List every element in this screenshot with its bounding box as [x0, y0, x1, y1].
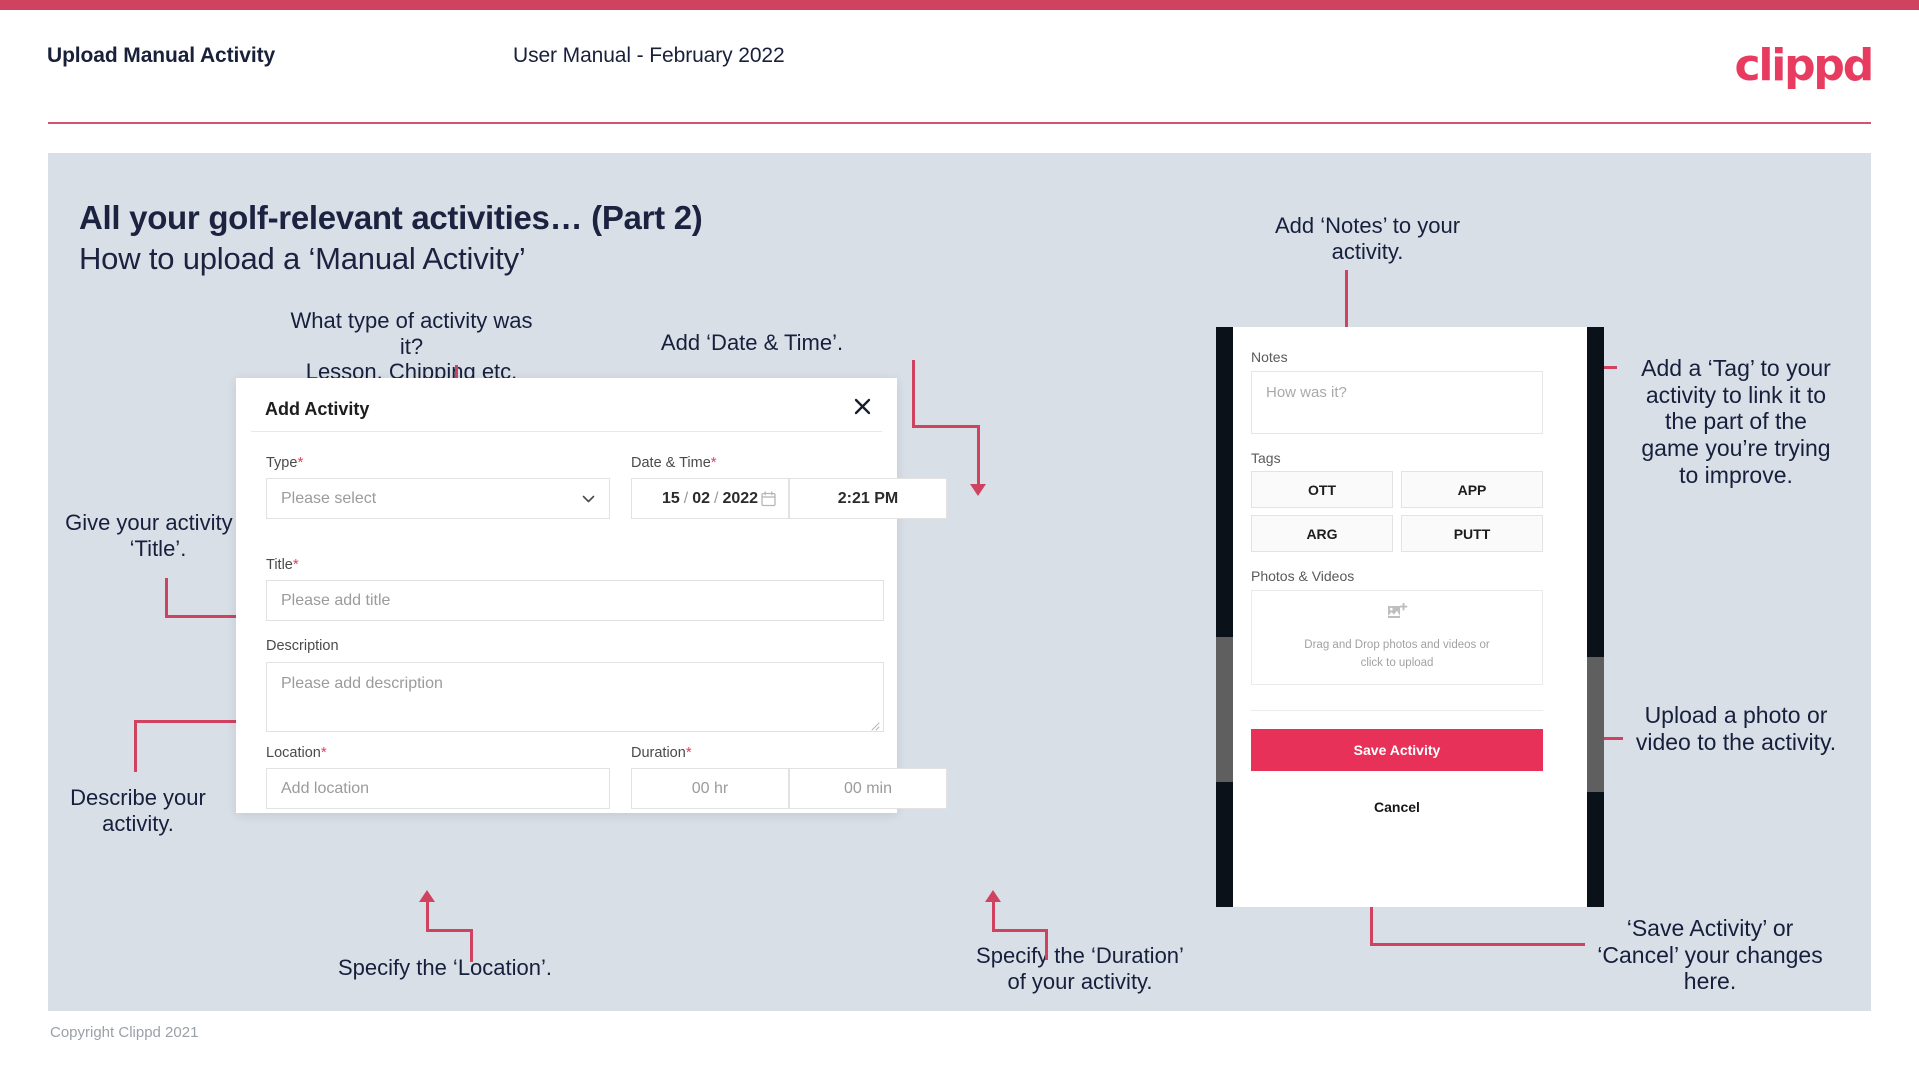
- connector-dt-arrow: [970, 484, 986, 496]
- resize-handle-icon[interactable]: [870, 718, 880, 731]
- date-day: 15: [661, 489, 680, 507]
- header-left-title: Upload Manual Activity: [47, 44, 276, 67]
- dropzone-text: Drag and Drop photos and videos or click…: [1304, 639, 1490, 669]
- connector-loc-v2: [470, 930, 473, 962]
- annotation-title: Give your activity a ‘Title’.: [65, 510, 251, 561]
- description-label-text: Description: [266, 638, 339, 654]
- chevron-down-icon: [582, 492, 595, 505]
- slide-page: Upload Manual Activity User Manual - Feb…: [0, 0, 1919, 1079]
- time-value: 2:21 PM: [837, 489, 899, 507]
- notes-label: Notes: [1251, 349, 1288, 365]
- photos-label: Photos & Videos: [1251, 568, 1355, 584]
- page-subtitle: How to upload a ‘Manual Activity’: [79, 241, 526, 276]
- dialog-title: Add Activity: [265, 399, 370, 419]
- location-input[interactable]: Add location: [266, 768, 610, 809]
- connector-desc-v: [134, 720, 137, 772]
- date-month: 02: [692, 489, 710, 507]
- tags-label: Tags: [1251, 450, 1281, 466]
- connector-loc-h: [426, 929, 473, 932]
- title-required: *: [292, 556, 299, 573]
- connector-title-v: [165, 578, 168, 618]
- type-label-text: Type: [266, 455, 298, 471]
- phone-volume-button-left: [1216, 637, 1233, 782]
- datetime-label-text: Date & Time: [631, 455, 711, 471]
- notes-input[interactable]: How was it?: [1251, 371, 1543, 434]
- location-required: *: [320, 744, 327, 761]
- annotation-type: What type of activity was it? Lesson, Ch…: [290, 308, 533, 385]
- annotation-description: Describe your activity.: [70, 785, 206, 836]
- connector-dt-h: [912, 425, 980, 428]
- title-label-text: Title: [266, 557, 293, 573]
- location-placeholder: Add location: [281, 779, 370, 797]
- description-textarea[interactable]: Please add description: [266, 662, 884, 732]
- duration-required: *: [685, 744, 692, 761]
- location-label: Location*: [266, 744, 327, 761]
- duration-hours-placeholder: 00 hr: [691, 779, 729, 797]
- duration-label-text: Duration: [631, 745, 686, 761]
- notes-placeholder: How was it?: [1266, 384, 1347, 401]
- page-title: All your golf-relevant activities… (Part…: [79, 199, 703, 236]
- connector-dt-v1: [912, 360, 915, 428]
- connector-dur-v1: [992, 900, 995, 930]
- close-icon[interactable]: [848, 392, 876, 420]
- save-activity-button[interactable]: Save Activity: [1251, 729, 1543, 771]
- type-select[interactable]: Please select: [266, 478, 610, 519]
- date-sep-2: /: [714, 489, 719, 507]
- phone-screen: Notes How was it? Tags OTT APP ARG PUTT …: [1233, 327, 1587, 907]
- top-accent-bar: [0, 0, 1919, 10]
- description-placeholder: Please add description: [281, 675, 443, 692]
- annotation-location: Specify the ‘Location’.: [337, 955, 553, 980]
- title-label: Title*: [266, 556, 299, 573]
- date-input[interactable]: 15 / 02 / 2022: [631, 478, 789, 519]
- connector-loc-arrow: [419, 890, 435, 902]
- datetime-label: Date & Time*: [631, 454, 717, 471]
- annotation-upload: Upload a photo or video to the activity.: [1635, 702, 1837, 755]
- connector-loc-v1: [426, 900, 429, 930]
- title-placeholder: Please add title: [281, 591, 391, 609]
- date-sep-1: /: [683, 489, 689, 507]
- tag-button-putt[interactable]: PUTT: [1401, 515, 1543, 552]
- description-label: Description: [266, 638, 339, 654]
- phone-divider: [1251, 710, 1543, 711]
- duration-minutes-placeholder: 00 min: [843, 779, 893, 797]
- add-activity-dialog: Add Activity Type* Please select Date & …: [236, 378, 947, 813]
- connector-dur-arrow: [985, 890, 1001, 902]
- phone-power-button-right: [1587, 657, 1604, 792]
- image-add-icon: [1387, 602, 1408, 627]
- duration-hours-input[interactable]: 00 hr: [631, 768, 789, 809]
- annotation-save: ‘Save Activity’ or ‘Cancel’ your changes…: [1597, 915, 1823, 995]
- type-label: Type*: [266, 454, 303, 471]
- footer-copyright: Copyright Clippd 2021: [50, 1024, 199, 1041]
- tag-button-ott[interactable]: OTT: [1251, 471, 1393, 508]
- connector-save-h: [1370, 943, 1585, 946]
- calendar-icon[interactable]: [761, 490, 776, 507]
- annotation-tags: Add a ‘Tag’ to your activity to link it …: [1641, 355, 1831, 488]
- date-year: 2022: [722, 489, 759, 507]
- duration-label: Duration*: [631, 744, 692, 761]
- tag-button-arg[interactable]: ARG: [1251, 515, 1393, 552]
- tag-button-app[interactable]: APP: [1401, 471, 1543, 508]
- clippd-logo: clippd: [1734, 40, 1874, 91]
- phone-frame-right: [1587, 327, 1604, 907]
- annotation-duration: Specify the ‘Duration’ of your activity.: [976, 943, 1184, 994]
- title-input[interactable]: Please add title: [266, 580, 884, 621]
- time-input[interactable]: 2:21 PM: [789, 478, 947, 519]
- cancel-button[interactable]: Cancel: [1251, 792, 1543, 822]
- annotation-notes: Add ‘Notes’ to your activity.: [1274, 213, 1461, 264]
- phone-mockup: Notes How was it? Tags OTT APP ARG PUTT …: [1216, 327, 1604, 907]
- annotation-datetime: Add ‘Date & Time’.: [660, 330, 844, 355]
- type-required: *: [297, 454, 304, 471]
- location-label-text: Location: [266, 745, 321, 761]
- phone-frame-left: [1216, 327, 1233, 907]
- duration-minutes-input[interactable]: 00 min: [789, 768, 947, 809]
- connector-dur-v2: [1045, 930, 1048, 960]
- datetime-required: *: [710, 454, 717, 471]
- dialog-divider: [251, 431, 882, 432]
- connector-dt-v2: [977, 425, 980, 487]
- connector-dur-h: [992, 929, 1048, 932]
- header-divider: [48, 122, 1871, 124]
- type-placeholder: Please select: [281, 489, 377, 507]
- photo-dropzone[interactable]: Drag and Drop photos and videos or click…: [1251, 590, 1543, 685]
- header-center-title: User Manual - February 2022: [513, 44, 785, 67]
